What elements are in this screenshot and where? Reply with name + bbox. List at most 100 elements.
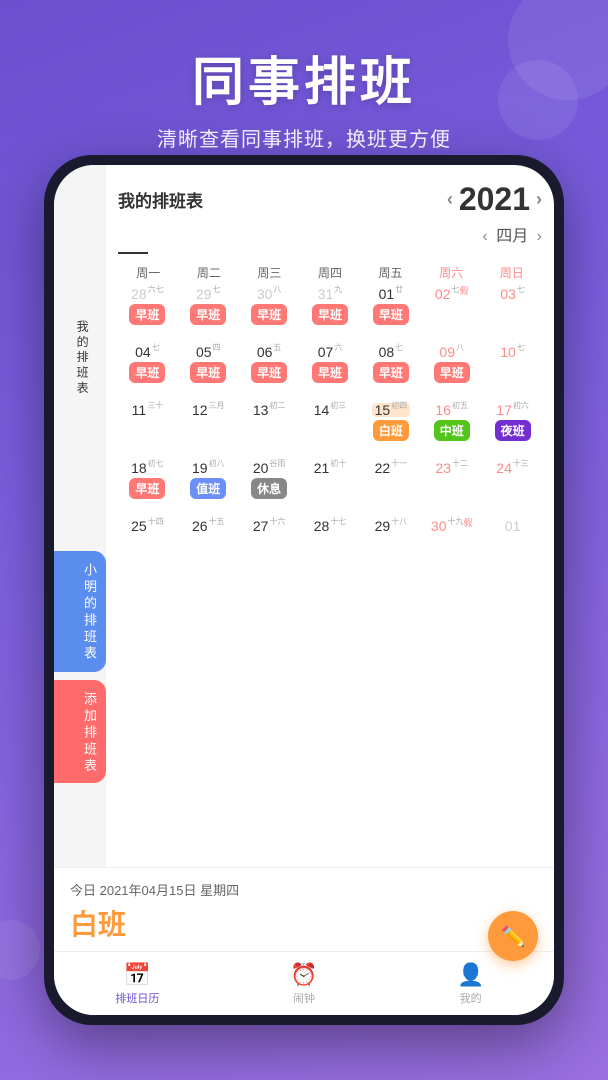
date-number: 20 (253, 461, 269, 475)
cal-cell[interactable]: 07六早班 (301, 345, 360, 397)
holiday-mark: 假 (459, 287, 468, 296)
cal-cell[interactable]: 09八早班 (422, 345, 481, 397)
cal-cell[interactable]: 12三月 (179, 403, 238, 455)
fab-button[interactable]: ✏️ (488, 911, 538, 961)
calendar-icon: 📅 (124, 962, 151, 988)
shift-badge: 早班 (312, 362, 348, 383)
cal-cell[interactable]: 20谷雨休息 (240, 461, 299, 513)
sub-title: 清晰查看同事排班，换班更方便 (20, 123, 588, 152)
lunar-date: 十二 (452, 460, 468, 468)
cal-divider (118, 252, 148, 254)
cal-cell[interactable]: 02七假 (422, 287, 481, 339)
lunar-date: 初七 (148, 460, 164, 468)
date-number: 01 (379, 287, 395, 301)
cal-cell[interactable]: 18初七早班 (118, 461, 177, 513)
month-arrow-right[interactable]: › (537, 228, 542, 245)
date-number: 29 (375, 519, 391, 533)
cal-cell[interactable]: 31九早班 (301, 287, 360, 339)
lunar-date: 七 (517, 286, 525, 294)
year-value: 2021 (459, 181, 530, 218)
lunar-date: 十七 (330, 518, 346, 526)
shift-badge: 白班 (373, 420, 409, 441)
shift-badge: 早班 (190, 362, 226, 383)
cal-cell[interactable]: 22十一 (361, 461, 420, 513)
nav-item-alarm[interactable]: ⏰ 闹钟 (221, 962, 388, 1006)
lunar-date: 七 (213, 286, 221, 294)
date-number: 30 (257, 287, 273, 301)
lunar-date: 四 (213, 344, 221, 352)
date-number: 31 (318, 287, 334, 301)
date-number: 19 (192, 461, 208, 475)
shift-badge: 中班 (434, 420, 470, 441)
sidebar-tab-my[interactable]: 我 的 排 班 表 (61, 308, 99, 405)
cal-cell[interactable]: 27十六 (240, 519, 299, 571)
cal-cell[interactable]: 01廿早班 (361, 287, 420, 339)
cal-cell[interactable]: 28十七 (301, 519, 360, 571)
lunar-date: 十三 (513, 460, 529, 468)
shift-badge: 早班 (312, 304, 348, 325)
nav-label-profile: 我的 (460, 990, 482, 1006)
date-number: 25 (131, 519, 147, 533)
day-headers: 周一 周二 周三 周四 周五 周六 周日 (118, 262, 542, 283)
shift-badge: 早班 (251, 362, 287, 383)
cal-cell[interactable]: 05四早班 (179, 345, 238, 397)
date-number: 23 (435, 461, 451, 475)
lunar-date: 六七 (148, 286, 164, 294)
prev-year-arrow[interactable]: ‹ (447, 189, 453, 210)
cal-cell[interactable]: 30八早班 (240, 287, 299, 339)
cal-cell[interactable]: 11三十 (118, 403, 177, 455)
nav-label-calendar: 排班日历 (115, 990, 159, 1006)
nav-item-calendar[interactable]: 📅 排班日历 (54, 962, 221, 1006)
date-number: 18 (131, 461, 147, 475)
day-header-fri: 周五 (360, 262, 421, 283)
day-header-wed: 周三 (239, 262, 300, 283)
cal-cell[interactable]: 17初六夜班 (483, 403, 542, 455)
lunar-date: 十四 (148, 518, 164, 526)
cal-cell[interactable]: 26十五 (179, 519, 238, 571)
date-number: 12 (192, 403, 208, 417)
cal-cell[interactable]: 14初三 (301, 403, 360, 455)
cal-cell[interactable]: 29七早班 (179, 287, 238, 339)
cal-title: 我的排班表 (118, 187, 203, 212)
cal-cell[interactable]: 04七早班 (118, 345, 177, 397)
cal-cell[interactable]: 25十四 (118, 519, 177, 571)
date-number: 14 (314, 403, 330, 417)
nav-item-profile[interactable]: 👤 我的 (387, 962, 554, 1006)
cal-cell[interactable]: 24十三 (483, 461, 542, 513)
cal-cell[interactable]: 08七早班 (361, 345, 420, 397)
cal-cell[interactable]: 29十八 (361, 519, 420, 571)
shift-badge: 早班 (129, 362, 165, 383)
day-header-sun: 周日 (481, 262, 542, 283)
lunar-date: 廿 (395, 286, 403, 294)
cal-cell[interactable]: 16初五中班 (422, 403, 481, 455)
deco-circle-3 (0, 920, 40, 980)
cal-cell[interactable]: 01 (483, 519, 542, 571)
date-number: 28 (131, 287, 147, 301)
date-number: 29 (196, 287, 212, 301)
cal-cell[interactable]: 15初四白班 (361, 403, 420, 455)
cal-cell[interactable]: 13初二 (240, 403, 299, 455)
cal-cell[interactable]: 23十二 (422, 461, 481, 513)
cal-cell[interactable]: 21初十 (301, 461, 360, 513)
shift-badge: 值班 (190, 478, 226, 499)
cal-cell[interactable]: 19初八值班 (179, 461, 238, 513)
cal-cell[interactable]: 10七 (483, 345, 542, 397)
cal-cell[interactable]: 03七 (483, 287, 542, 339)
cal-grid: 28六七早班29七早班30八早班31九早班01廿早班02七假03七04七早班05… (118, 287, 542, 571)
lunar-date: 八 (456, 344, 464, 352)
date-number: 03 (500, 287, 516, 301)
cal-cell[interactable]: 06五早班 (240, 345, 299, 397)
alarm-icon: ⏰ (290, 962, 317, 988)
sidebar-tab-xiaoming[interactable]: 小 明 的 排 班 表 (54, 551, 106, 671)
today-label: 今日 2021年04月15日 星期四 (70, 880, 538, 899)
next-year-arrow[interactable]: › (536, 189, 542, 210)
cal-header: 我的排班表 ‹ 2021 › (118, 181, 542, 218)
cal-cell[interactable]: 30十九假 (422, 519, 481, 571)
shift-badge: 休息 (251, 478, 287, 499)
date-number: 16 (435, 403, 451, 417)
date-number: 07 (318, 345, 334, 359)
sidebar-tab-add[interactable]: 添 加 排 班 表 (54, 680, 106, 783)
month-arrow-left[interactable]: ‹ (482, 228, 487, 245)
cal-cell[interactable]: 28六七早班 (118, 287, 177, 339)
shift-badge: 早班 (251, 304, 287, 325)
